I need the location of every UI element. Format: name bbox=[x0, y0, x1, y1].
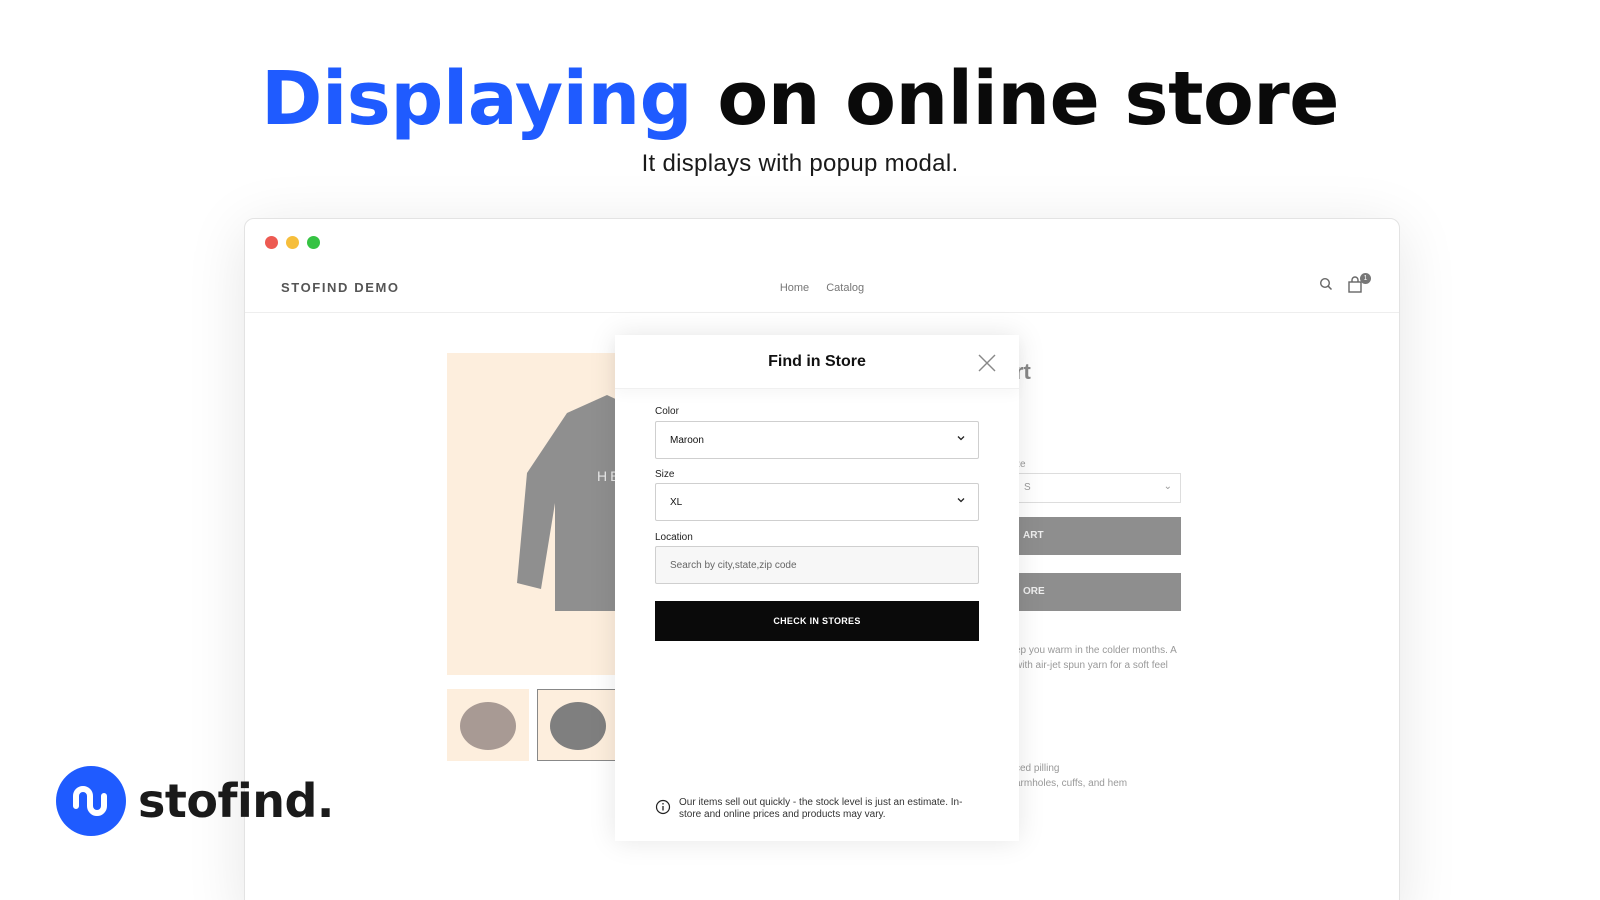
nav-catalog[interactable]: Catalog bbox=[826, 282, 864, 294]
description-line: ep you warm in the colder months. A bbox=[1015, 645, 1177, 656]
header-icons: 1 bbox=[1319, 273, 1371, 296]
chevron-down-icon bbox=[956, 433, 966, 446]
window-controls bbox=[265, 236, 320, 249]
feature-line: ced pilling bbox=[1015, 763, 1060, 774]
minimize-window-dot[interactable] bbox=[286, 236, 299, 249]
search-icon[interactable] bbox=[1319, 277, 1333, 296]
stofind-logo: stofind. bbox=[56, 766, 334, 836]
headline-accent: Displaying bbox=[261, 56, 693, 142]
cart-count-badge: 1 bbox=[1360, 273, 1371, 284]
info-icon bbox=[655, 799, 671, 815]
store-header: STOFIND DEMO Home Catalog 1 bbox=[245, 267, 1399, 313]
size-select-value: XL bbox=[670, 497, 683, 508]
modal-header: Find in Store bbox=[615, 335, 1019, 389]
close-icon bbox=[978, 354, 996, 372]
maximize-window-dot[interactable] bbox=[307, 236, 320, 249]
product-thumbnail[interactable] bbox=[447, 689, 529, 761]
color-label: Color bbox=[655, 406, 679, 417]
sweatshirt-thumb-image bbox=[550, 702, 606, 750]
chevron-down-icon bbox=[956, 495, 966, 508]
color-select-value: Maroon bbox=[670, 435, 704, 446]
browser-window: STOFIND DEMO Home Catalog 1 HEL rt ze S … bbox=[244, 218, 1400, 900]
headline-rest: on online store bbox=[692, 56, 1339, 142]
product-description: ep you warm in the colder months. A with… bbox=[1015, 643, 1177, 673]
find-in-store-button[interactable]: ORE bbox=[1015, 573, 1181, 611]
subheadline: It displays with popup modal. bbox=[641, 150, 959, 177]
close-window-dot[interactable] bbox=[265, 236, 278, 249]
close-modal-button[interactable] bbox=[977, 353, 997, 373]
stock-notice-text: Our items sell out quickly - the stock l… bbox=[679, 797, 962, 821]
size-select[interactable]: XL bbox=[655, 483, 979, 521]
nav-home[interactable]: Home bbox=[780, 282, 809, 294]
product-features: ced pilling armholes, cuffs, and hem bbox=[1015, 761, 1127, 791]
product-thumbnail-selected[interactable] bbox=[537, 689, 619, 761]
modal-title: Find in Store bbox=[768, 353, 866, 370]
product-size-select[interactable]: S ⌄ bbox=[1015, 473, 1181, 503]
stock-notice: Our items sell out quickly - the stock l… bbox=[655, 797, 985, 821]
add-to-cart-button[interactable]: ART bbox=[1015, 517, 1181, 555]
location-label: Location bbox=[655, 532, 693, 543]
notice-line: store and online prices and products may… bbox=[679, 809, 886, 820]
description-line: with air-jet spun yarn for a soft feel bbox=[1015, 660, 1168, 671]
check-in-stores-button[interactable]: CHECK IN STORES bbox=[655, 601, 979, 641]
size-label: Size bbox=[655, 469, 675, 480]
cart-button[interactable]: 1 bbox=[1347, 273, 1371, 296]
chevron-down-icon: ⌄ bbox=[1163, 481, 1172, 492]
color-select[interactable]: Maroon bbox=[655, 421, 979, 459]
feature-line: armholes, cuffs, and hem bbox=[1015, 778, 1128, 789]
product-size-value: S bbox=[1024, 482, 1031, 493]
store-nav: Home Catalog bbox=[245, 282, 1399, 294]
headline: Displaying on online store bbox=[0, 56, 1600, 142]
notice-line: Our items sell out quickly - the stock l… bbox=[679, 797, 963, 808]
stofind-logo-mark bbox=[56, 766, 126, 836]
stofind-logo-text: stofind. bbox=[138, 774, 334, 828]
find-in-store-modal: Find in Store Color Maroon Size XL Locat… bbox=[615, 335, 1019, 841]
location-search-input[interactable] bbox=[655, 546, 979, 584]
sweatshirt-thumb-image bbox=[460, 702, 516, 750]
